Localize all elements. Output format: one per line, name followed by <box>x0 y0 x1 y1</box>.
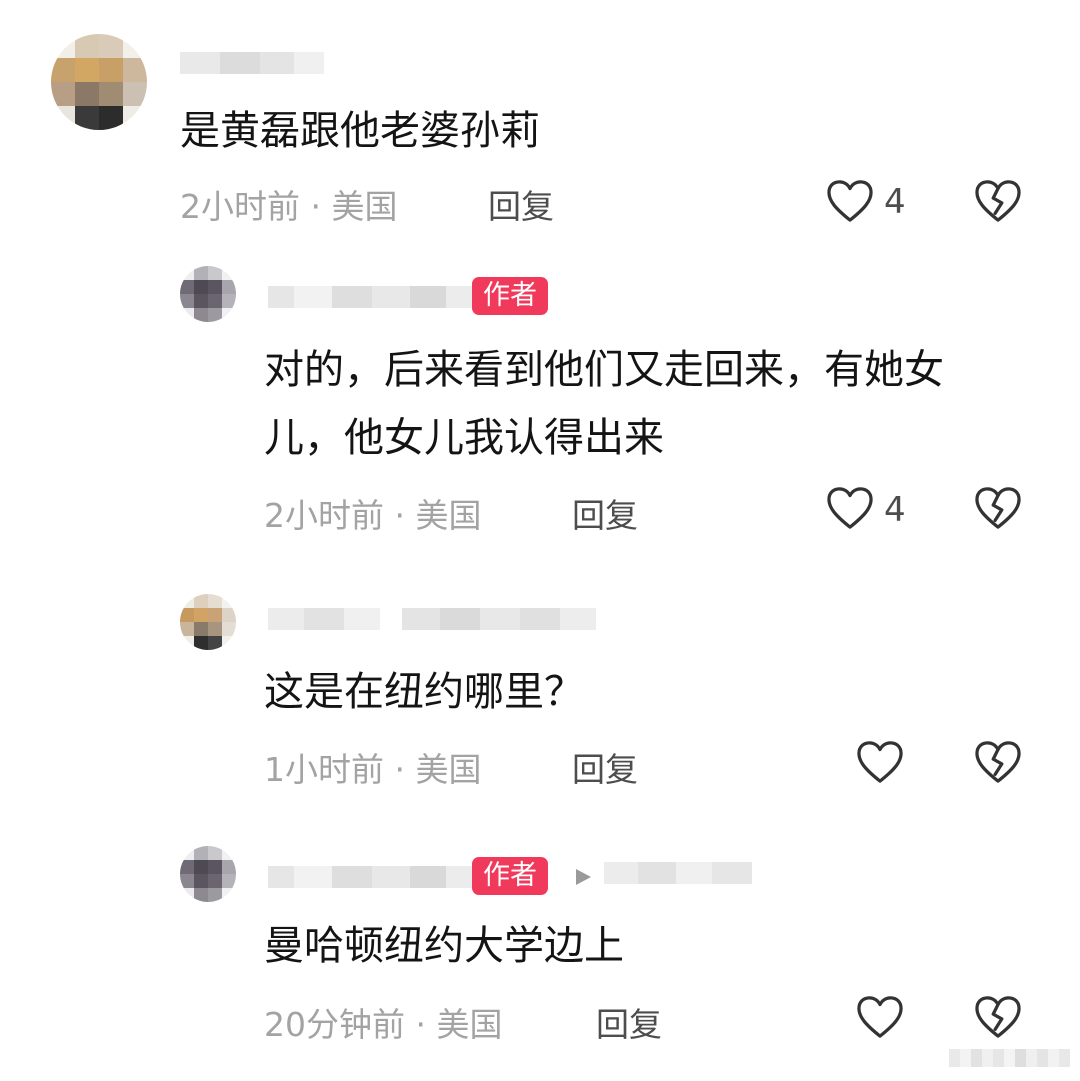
username-blurred[interactable] <box>268 608 596 630</box>
comment-text-line2: 儿，他女儿我认得出来 <box>264 415 664 461</box>
reply-button[interactable]: 回复 <box>596 998 662 1046</box>
comment-text: 这是在纽约哪里？ <box>264 669 584 715</box>
comment-text: 是黄磊跟他老婆孙莉 <box>180 108 540 154</box>
username-blurred[interactable] <box>180 52 324 74</box>
triangle-right-icon <box>576 869 591 885</box>
broken-heart-icon[interactable] <box>974 486 1022 530</box>
comment-text: 曼哈顿纽约大学边上 <box>264 923 624 969</box>
avatar[interactable] <box>180 846 236 902</box>
avatar[interactable] <box>51 34 147 130</box>
comment-text: 对的，后来看到他们又走回来，有她女 <box>264 347 944 393</box>
author-badge: 作者 <box>472 277 548 315</box>
comment-meta: 2小时前 · 美国 <box>180 187 398 226</box>
reply-button[interactable]: 回复 <box>488 180 554 228</box>
heart-outline-icon[interactable] <box>856 740 904 784</box>
heart-outline-icon[interactable] <box>826 486 874 530</box>
author-badge: 作者 <box>472 857 548 895</box>
reply-to-username-blurred[interactable] <box>604 862 752 884</box>
watermark-blurred <box>949 1049 1070 1067</box>
reply-button[interactable]: 回复 <box>572 743 638 791</box>
username-blurred[interactable] <box>268 866 472 888</box>
like-count: 4 <box>884 182 906 222</box>
username-blurred[interactable] <box>268 286 472 308</box>
heart-outline-icon[interactable] <box>826 179 874 223</box>
broken-heart-icon[interactable] <box>974 995 1022 1039</box>
comment-meta: 20分钟前 · 美国 <box>264 1005 503 1044</box>
comment-meta: 2小时前 · 美国 <box>264 496 482 535</box>
comment-meta: 1小时前 · 美国 <box>264 750 482 789</box>
avatar[interactable] <box>180 594 236 650</box>
broken-heart-icon[interactable] <box>974 740 1022 784</box>
avatar[interactable] <box>180 266 236 322</box>
like-count: 4 <box>884 490 906 530</box>
broken-heart-icon[interactable] <box>974 179 1022 223</box>
heart-outline-icon[interactable] <box>856 995 904 1039</box>
reply-button[interactable]: 回复 <box>572 489 638 537</box>
